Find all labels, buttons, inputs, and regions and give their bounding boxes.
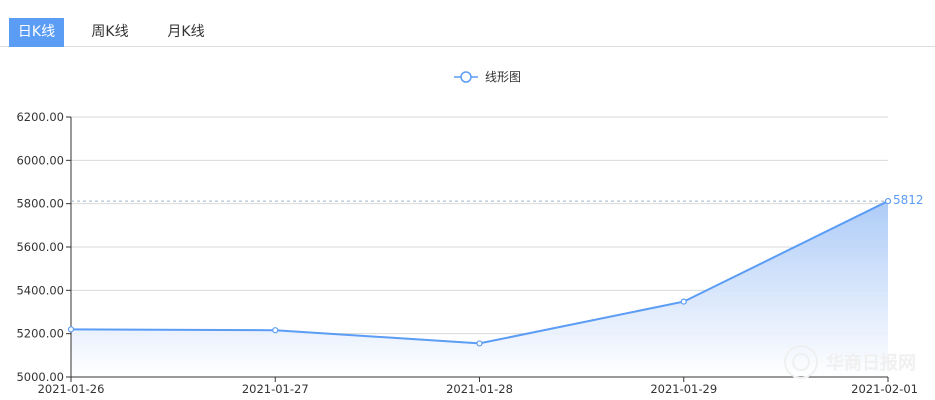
data-point[interactable] — [680, 298, 687, 305]
area-fill — [71, 201, 888, 377]
x-tick-label: 2021-01-29 — [650, 382, 717, 396]
watermark-text: 华商日报网 — [826, 352, 916, 374]
y-tick-label: 5600.00 — [16, 240, 64, 254]
y-tick-label: 6000.00 — [16, 153, 64, 167]
y-tick-label: 6200.00 — [16, 110, 64, 124]
legend-label: 线形图 — [485, 70, 521, 84]
x-tick-label: 2021-01-28 — [446, 382, 513, 396]
x-tick-label: 2021-01-27 — [242, 382, 309, 396]
x-tick-label: 2021-02-01 — [851, 382, 918, 396]
data-point[interactable] — [476, 340, 483, 347]
line-chart: 6200.00 6000.00 5800.00 5600.00 5400.00 5200.… — [16, 70, 924, 396]
y-tick-label: 5400.00 — [16, 283, 64, 297]
x-tick-label: 2021-01-26 — [38, 382, 105, 396]
data-point[interactable] — [884, 197, 892, 205]
circle-line-icon — [460, 71, 472, 83]
y-tick-label: 5800.00 — [16, 197, 64, 211]
legend[interactable]: 线形图 — [454, 70, 521, 84]
data-point[interactable] — [67, 326, 75, 333]
data-point[interactable] — [272, 327, 279, 334]
y-tick-label: 5200.00 — [16, 327, 64, 341]
area-path — [71, 201, 888, 377]
end-value-label: 5812 — [893, 193, 924, 207]
